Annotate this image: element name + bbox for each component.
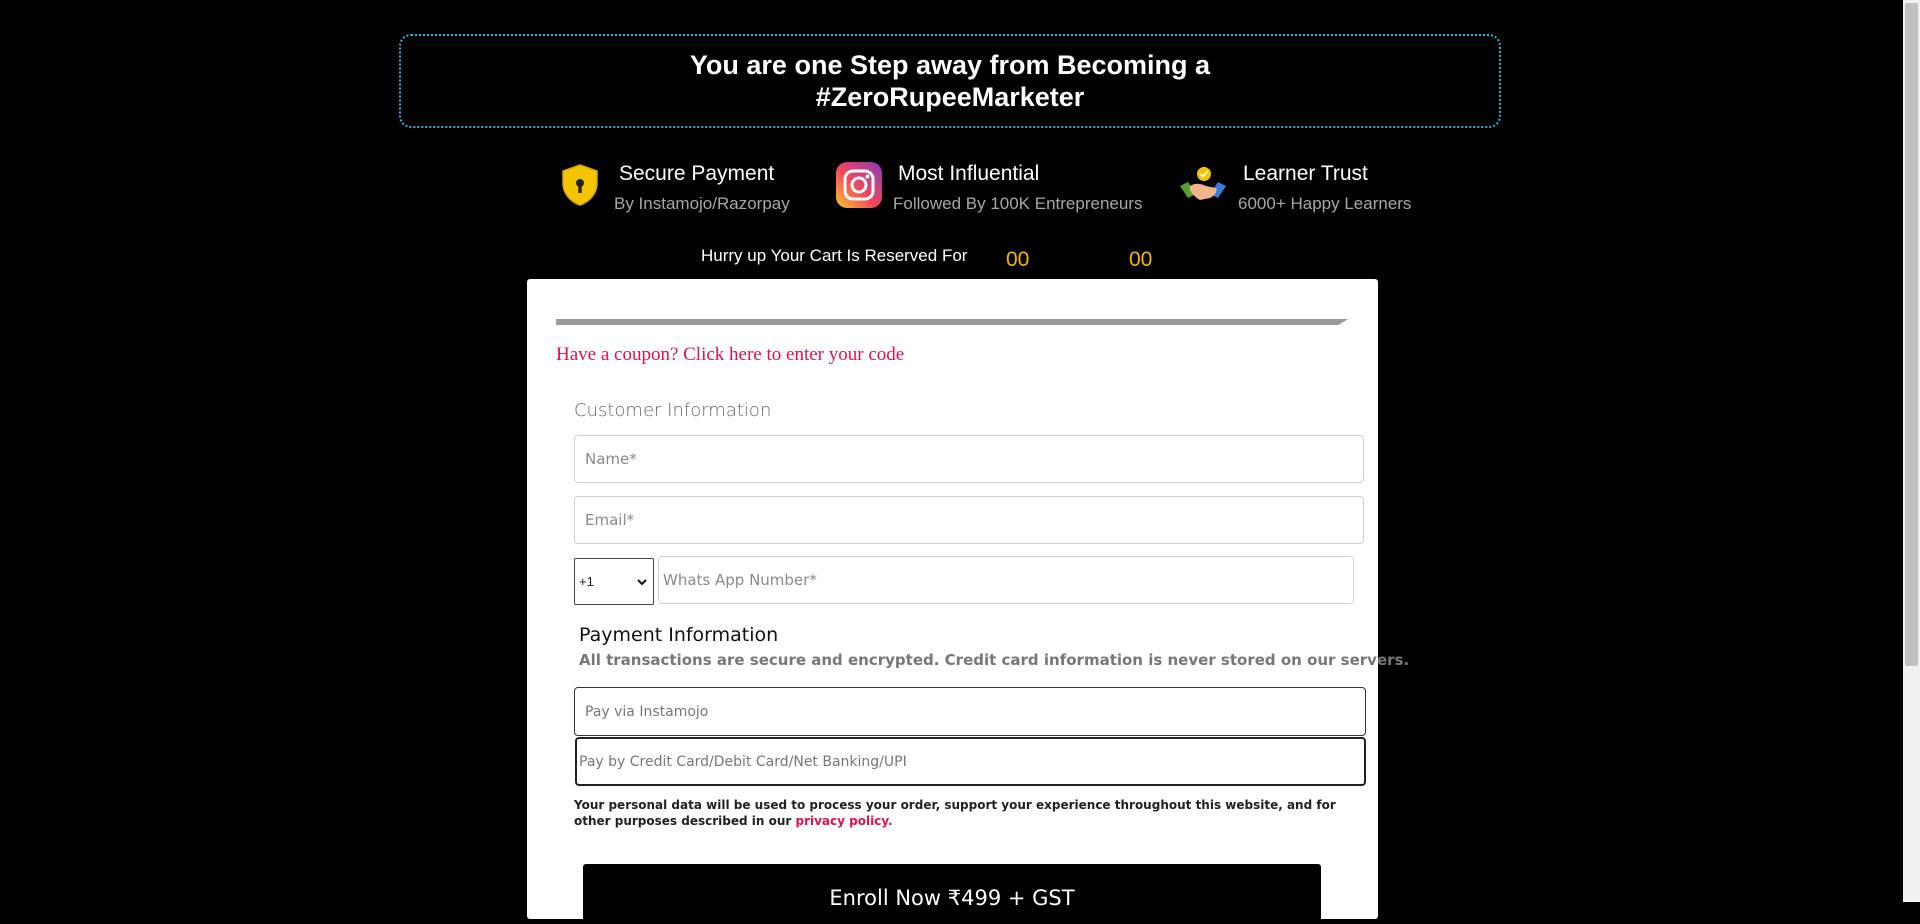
headline-banner: You are one Step away from Becoming a #Z… xyxy=(399,34,1501,128)
instagram-icon xyxy=(835,161,883,209)
whatsapp-input[interactable] xyxy=(658,556,1354,604)
country-code-select[interactable]: +1 xyxy=(574,558,654,605)
timer-seconds: 00 xyxy=(1129,248,1153,271)
shield-lock-icon xyxy=(560,163,600,207)
email-input[interactable] xyxy=(574,496,1364,544)
headline-line-2: #ZeroRupeeMarketer xyxy=(815,82,1085,112)
name-input[interactable] xyxy=(574,435,1364,483)
badge-influential-subtitle: Followed By 100K Entrepreneurs xyxy=(893,194,1143,213)
badge-secure-title: Secure Payment xyxy=(619,162,775,185)
handshake-icon xyxy=(1178,164,1228,208)
chevron-down-icon xyxy=(637,574,647,589)
privacy-text: Your personal data will be used to proce… xyxy=(574,798,1336,828)
pay-instamojo-option[interactable]: Pay via Instamojo xyxy=(574,687,1366,736)
customer-info-title: Customer Information xyxy=(574,400,772,421)
pay-card-label: Pay by Credit Card/Debit Card/Net Bankin… xyxy=(579,753,907,770)
headline-line-1: You are one Step away from Becoming a xyxy=(689,50,1211,80)
badge-secure-subtitle: By Instamojo/Razorpay xyxy=(614,194,790,213)
country-code-value: +1 xyxy=(579,574,594,589)
privacy-notice: Your personal data will be used to proce… xyxy=(574,797,1354,829)
payment-info-title: Payment Information xyxy=(579,624,779,646)
scrollbar-thumb[interactable] xyxy=(1905,3,1918,666)
badge-trust-subtitle: 6000+ Happy Learners xyxy=(1238,194,1412,213)
pay-instamojo-label: Pay via Instamojo xyxy=(585,703,709,720)
progress-divider xyxy=(556,319,1348,325)
enroll-button[interactable]: Enroll Now ₹499 + GST xyxy=(583,864,1321,924)
badge-trust-title: Learner Trust xyxy=(1243,162,1368,185)
coupon-link[interactable]: Have a coupon? Click here to enter your … xyxy=(556,344,904,366)
privacy-policy-link[interactable]: privacy policy. xyxy=(795,814,892,828)
timer-label: Hurry up Your Cart Is Reserved For xyxy=(701,246,968,265)
timer-minutes: 00 xyxy=(1006,248,1030,271)
pay-card-option[interactable]: Pay by Credit Card/Debit Card/Net Bankin… xyxy=(575,737,1366,786)
badge-influential-title: Most Influential xyxy=(898,162,1040,185)
payment-info-subtitle: All transactions are secure and encrypte… xyxy=(579,651,1410,669)
